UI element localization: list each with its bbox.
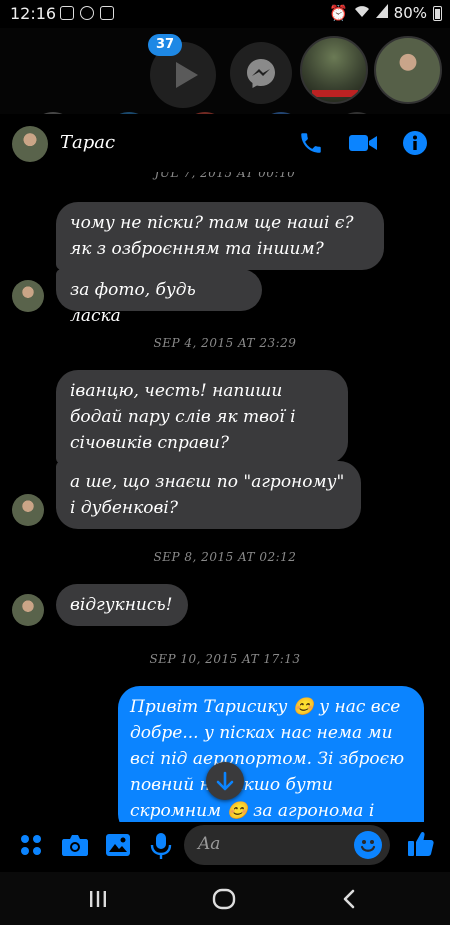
- timestamp: SEP 8, 2015 AT 02:12: [153, 550, 297, 564]
- emoji-icon[interactable]: [354, 831, 382, 859]
- messenger-chat-head[interactable]: [230, 42, 292, 104]
- messenger-icon: [247, 59, 275, 88]
- message-bubble-incoming[interactable]: а ше, що знаєш по "агроному" і дубенкові…: [56, 461, 361, 529]
- home-icon[interactable]: [212, 888, 236, 914]
- message-bubble-incoming[interactable]: чому не піски? там ще наші є? як з озбро…: [56, 202, 384, 270]
- contact-chat-head[interactable]: [374, 36, 442, 104]
- camera-icon[interactable]: [61, 832, 89, 862]
- composer-bar: Aa: [0, 822, 450, 870]
- info-icon[interactable]: [402, 130, 428, 160]
- status-time: 12:16: [10, 4, 57, 23]
- status-bar: 12:16 ⏰ 80%: [0, 0, 450, 28]
- message-bubble-incoming[interactable]: відгукнись!: [56, 584, 188, 626]
- gallery-icon[interactable]: [105, 832, 131, 862]
- more-actions-icon[interactable]: [18, 832, 44, 862]
- arrow-down-icon: [216, 771, 234, 791]
- system-navigation-bar: [0, 872, 450, 925]
- message-bubble-outgoing[interactable]: Привіт Тарисику 😊 у нас все добре... у п…: [118, 686, 424, 822]
- timestamp: SEP 4, 2015 AT 23:29: [153, 336, 297, 350]
- battery-icon: [433, 5, 442, 21]
- message-input-placeholder: Aa: [198, 834, 221, 854]
- chat-heads-strip: 37: [0, 28, 450, 142]
- timestamp: SEP 10, 2015 AT 17:13: [149, 652, 301, 666]
- unread-badge: 37: [148, 34, 182, 56]
- play-icon: [176, 62, 198, 88]
- sender-avatar[interactable]: [12, 280, 44, 312]
- sender-avatar[interactable]: [12, 494, 44, 526]
- back-icon[interactable]: [342, 889, 356, 913]
- gallery-notification-icon: [60, 6, 74, 20]
- contact-name[interactable]: Тарас: [60, 132, 115, 153]
- poster-chat-head[interactable]: [300, 36, 368, 104]
- alarm-icon: ⏰: [328, 4, 348, 22]
- video-call-icon[interactable]: [348, 130, 378, 160]
- thumbs-up-icon[interactable]: [406, 829, 436, 863]
- conversation-header: Тарас: [0, 114, 450, 172]
- timestamp: JUL 7, 2015 AT 00:10: [154, 172, 296, 180]
- scroll-to-bottom-button[interactable]: [206, 762, 244, 800]
- status-right: ⏰ 80%: [329, 4, 442, 22]
- poster-image: [312, 90, 358, 97]
- phone-icon[interactable]: [298, 130, 324, 160]
- sender-avatar[interactable]: [12, 594, 44, 626]
- avatar[interactable]: [12, 126, 48, 162]
- notification-icons: [60, 6, 114, 20]
- recent-apps-icon[interactable]: [88, 890, 108, 912]
- message-bubble-incoming[interactable]: за фото, будь ласка: [56, 269, 262, 326]
- messenger-notification-icon: [80, 6, 94, 20]
- translate-notification-icon: [100, 6, 114, 20]
- message-bubble-incoming[interactable]: іванцю, честь! напиши бодай пару слів як…: [56, 370, 348, 464]
- microphone-icon[interactable]: [150, 832, 172, 864]
- battery-percent: 80%: [393, 4, 427, 22]
- message-input[interactable]: Aa: [184, 825, 390, 865]
- signal-icon: [375, 4, 388, 22]
- message-list[interactable]: JUL 7, 2015 AT 00:10 чому не піски? там …: [0, 172, 450, 822]
- wifi-icon: [354, 4, 370, 22]
